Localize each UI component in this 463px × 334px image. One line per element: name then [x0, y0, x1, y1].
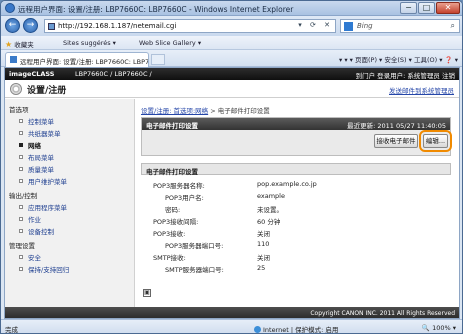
new-tab-button[interactable]	[151, 54, 165, 65]
window-title: 远程用户界面: 设置/注册: LBP7660C: LBP7660C - Wind…	[18, 5, 294, 14]
zoom-control[interactable]: 🔍 100% ▾	[422, 324, 456, 332]
sidebar-item-device-control[interactable]: 设备控制	[19, 226, 54, 236]
copyright: Copyright CANON INC. 2011 All Rights Res…	[310, 310, 455, 317]
ie-icon	[5, 3, 15, 13]
minimize-button[interactable]: −	[400, 2, 417, 14]
favorites-button[interactable]: ★ 收藏夹	[5, 39, 34, 49]
search-input[interactable]: Bing ⌕	[340, 19, 460, 33]
receive-email-button[interactable]: 接收电子邮件	[374, 134, 418, 148]
sidebar-item-quality[interactable]: 质量菜单	[19, 164, 54, 174]
close-button[interactable]: ✕	[436, 2, 460, 14]
gear-icon	[10, 83, 22, 95]
tab-favicon	[10, 56, 17, 63]
section-title: 电子邮件打印设置	[141, 163, 451, 176]
sidebar-item-application[interactable]: 应用程序菜单	[19, 202, 67, 212]
url-text: http://192.168.1.187/netemail.cgi	[58, 22, 177, 30]
panel-title: 电子邮件打印设置	[146, 122, 198, 130]
security-zone: Internet | 保护模式: 启用	[254, 324, 338, 333]
favorite-item-webslice[interactable]: Web Slice Gallery ▾	[139, 39, 201, 47]
sidebar-item-paper[interactable]: 共纸器菜单	[19, 128, 61, 138]
footer: Copyright CANON INC. 2011 All Rights Res…	[5, 307, 459, 318]
title-bar: 远程用户界面: 设置/注册: LBP7660C: LBP7660C - Wind…	[1, 1, 462, 16]
sidebar-item-layout[interactable]: 布局菜单	[19, 152, 54, 162]
sidebar-item-support[interactable]: 保持/支持回归	[19, 264, 69, 274]
edit-button[interactable]: 编辑...	[419, 130, 452, 152]
back-button[interactable]: ←	[5, 18, 20, 33]
sidebar-section-output: 输出/控制	[9, 192, 38, 200]
last-update: 最近更新: 2011 05/27 11:40:05	[347, 122, 446, 130]
sidebar-section-management: 管理设置	[9, 242, 35, 250]
url-controls[interactable]: ▾ ⟳ ✕	[298, 21, 333, 29]
page-title: 设置/注册	[27, 86, 67, 96]
main-panel: 设置/注册: 首选项:网络 > 电子邮件打印设置 电子邮件打印设置 最近更新: …	[141, 99, 459, 299]
browser-tab[interactable]: 远程用户界面: 设置/注册: LBP7660C: LBP7660C	[5, 52, 149, 67]
page-header: 设置/注册 发送邮件到系统管理员	[5, 80, 459, 98]
status-bar: 完成 Internet | 保护模式: 启用 🔍 100% ▾	[1, 319, 462, 334]
star-icon: ★	[5, 40, 13, 49]
model-label: LBP7660C / LBP7660C /	[75, 70, 152, 78]
app-top-bar: imageCLASS LBP7660C / LBP7660C / 到门户 登录用…	[5, 68, 459, 80]
portal-login-links[interactable]: 到门户 登录用户: 系统管理员 注销	[356, 70, 455, 80]
favorites-bar: ★ 收藏夹 Sites suggérés ▾ Web Slice Gallery…	[1, 36, 462, 50]
sidebar-item-jobs[interactable]: 作业	[19, 214, 41, 224]
globe-icon	[254, 326, 261, 333]
status-text: 完成	[5, 326, 18, 334]
search-placeholder: Bing	[357, 22, 373, 30]
forward-button[interactable]: →	[23, 18, 38, 33]
breadcrumb: 设置/注册: 首选项:网络 > 电子邮件打印设置	[141, 107, 270, 115]
bing-icon	[344, 22, 353, 31]
sidebar: 首选项 控制菜单 共纸器菜单 网络 布局菜单 质量菜单 用户维护菜单 输出/控制…	[5, 99, 135, 318]
tab-bar: 远程用户界面: 设置/注册: LBP7660C: LBP7660C ▾ ▾ ▾ …	[1, 50, 462, 67]
breadcrumb-link[interactable]: 设置/注册: 首选项:网络	[141, 107, 208, 115]
maximize-button[interactable]: □	[418, 2, 435, 14]
search-icon[interactable]: ⌕	[451, 21, 455, 31]
sidebar-item-maintenance[interactable]: 用户维护菜单	[19, 176, 67, 186]
url-input[interactable]: http://192.168.1.187/netemail.cgi ▾ ⟳ ✕	[44, 19, 336, 33]
sidebar-item-security[interactable]: 安全	[19, 252, 41, 262]
command-bar[interactable]: ▾ ▾ ▾ 页面(P) ▾ 安全(S) ▾ 工具(O) ▾ ❓ ▾	[339, 54, 458, 64]
address-bar: ← → http://192.168.1.187/netemail.cgi ▾ …	[1, 16, 462, 36]
page-icon	[48, 23, 55, 30]
back-to-top-icon[interactable]: ▣	[143, 289, 151, 297]
browser-window: 远程用户界面: 设置/注册: LBP7660C: LBP7660C - Wind…	[0, 0, 463, 334]
brand-label: imageCLASS	[9, 70, 55, 78]
favorite-item-sites[interactable]: Sites suggérés ▾	[63, 39, 116, 47]
sidebar-item-network[interactable]: 网络	[19, 140, 41, 150]
sidebar-section-preferences: 首选项	[9, 106, 29, 114]
page-content: imageCLASS LBP7660C / LBP7660C / 到门户 登录用…	[4, 67, 460, 319]
mail-admin-link[interactable]: 发送邮件到系统管理员	[389, 85, 454, 95]
sidebar-item-control[interactable]: 控制菜单	[19, 116, 54, 126]
settings-panel: 电子邮件打印设置 最近更新: 2011 05/27 11:40:05 接收电子邮…	[141, 117, 452, 156]
